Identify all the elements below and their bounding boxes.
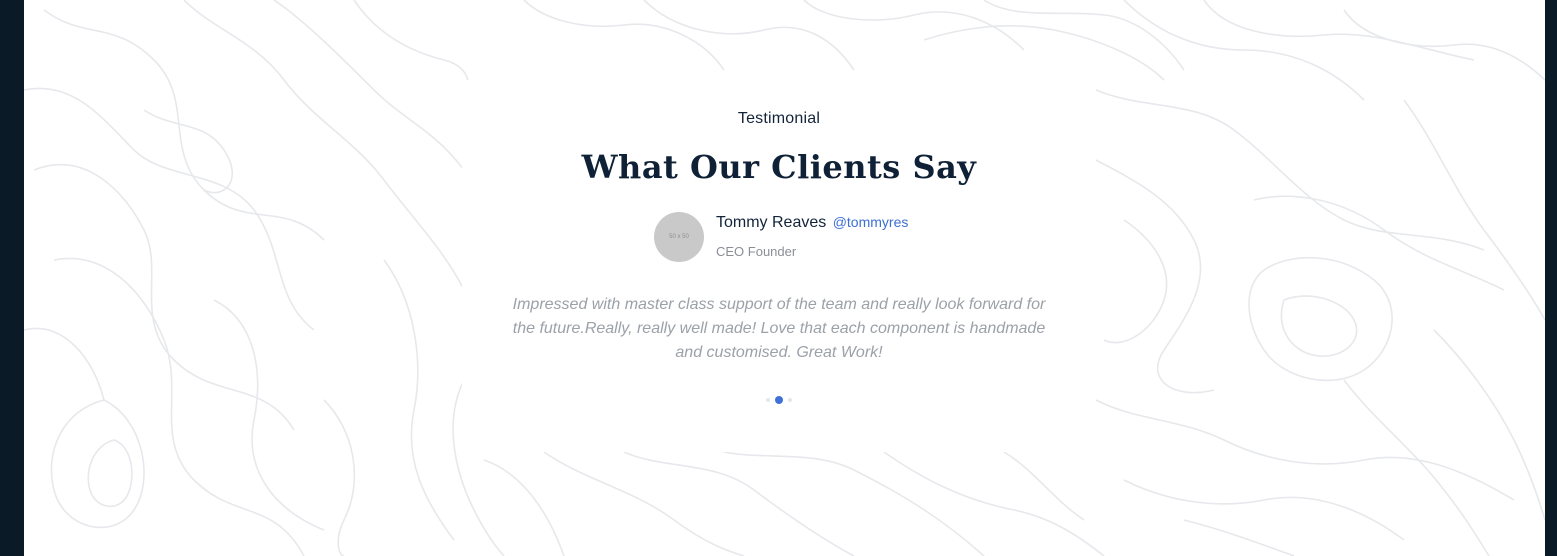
carousel-pagination: [462, 394, 1096, 406]
author-role: CEO Founder: [716, 244, 797, 259]
testimonial-section: Testimonial What Our Clients Say 50 x 50…: [24, 0, 1545, 556]
carousel-dot-1[interactable]: [766, 398, 770, 402]
testimonial-card: Testimonial What Our Clients Say 50 x 50…: [462, 80, 1096, 452]
section-eyebrow: Testimonial: [737, 110, 821, 127]
testimonial-author: 50 x 50 Tommy Reaves @tommyres CEO Found…: [654, 212, 954, 264]
section-heading: What Our Clients Say: [581, 148, 977, 186]
carousel-dot-2-active[interactable]: [775, 396, 783, 404]
testimonial-quote: Impressed with master class support of t…: [512, 296, 1046, 361]
author-name-line: Tommy Reaves @tommyres: [716, 214, 908, 232]
avatar: 50 x 50: [654, 212, 704, 262]
carousel-dot-3[interactable]: [788, 398, 792, 402]
author-name: Tommy Reaves: [716, 214, 827, 231]
author-handle-link[interactable]: @tommyres: [833, 214, 909, 230]
